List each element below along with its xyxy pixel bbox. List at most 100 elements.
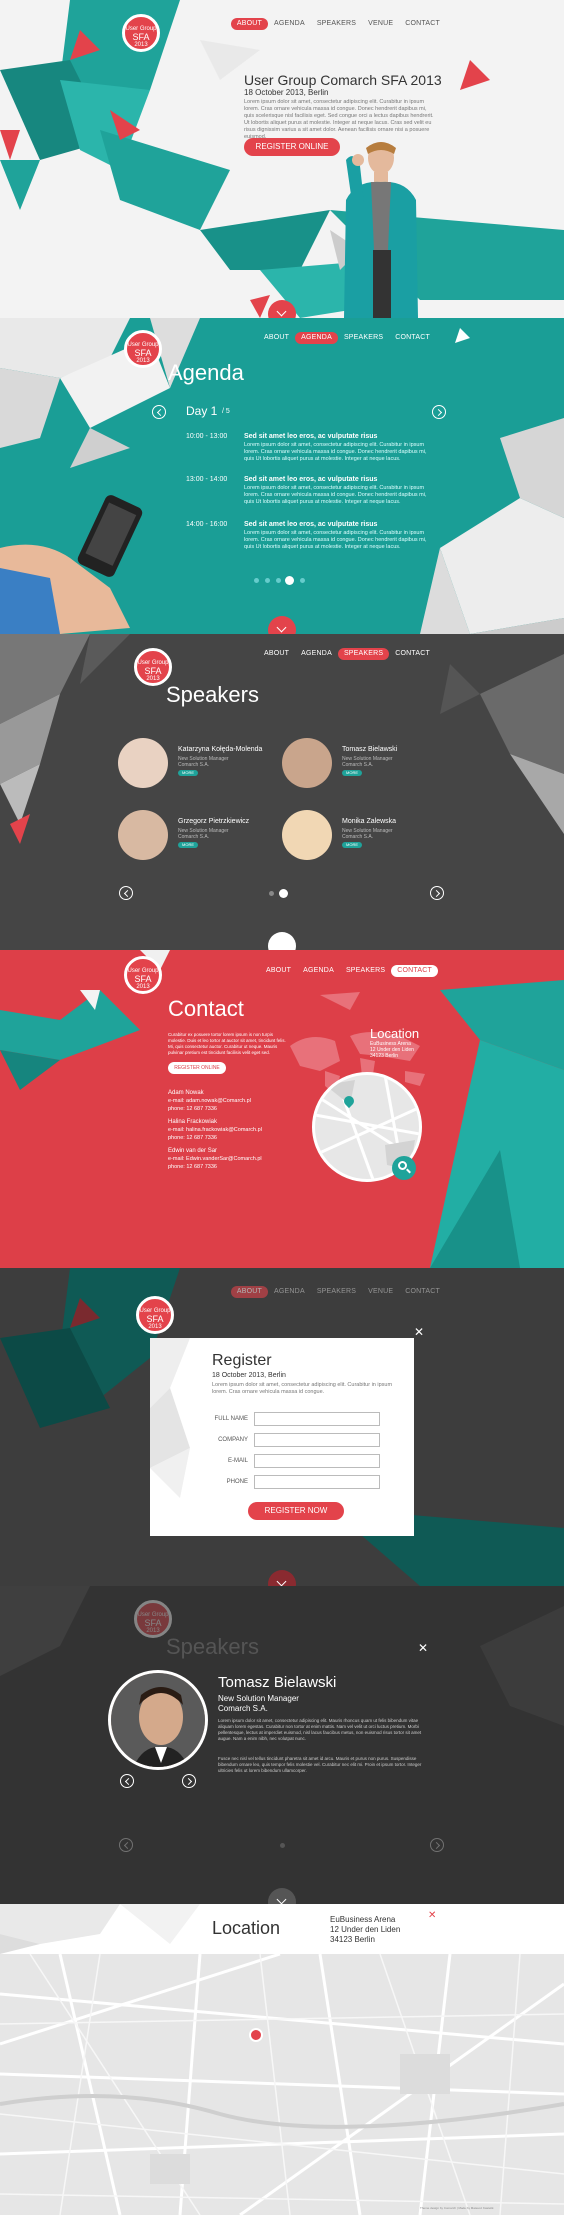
nav-item-speakers[interactable]: SPEAKERS <box>337 648 390 660</box>
agenda-item-title: Sed sit amet leo eros, ac vulputate risu… <box>244 476 378 483</box>
next-arrow-faded-icon <box>430 1838 444 1852</box>
register-nav: ABOUT AGENDA SPEAKERS VENUE CONTACT <box>230 1286 446 1298</box>
email-input[interactable] <box>254 1454 380 1468</box>
logo-text: 2013 <box>136 358 150 364</box>
speaker-name: Monika Zalewska <box>342 818 397 825</box>
event-logo[interactable]: User Group SFA 2013 <box>122 14 160 52</box>
agenda-item-text: Lorem ipsum dolor sit amet, consectetur … <box>244 530 427 550</box>
agenda-day-total: / 5 <box>222 408 230 415</box>
location-address-line: EuBusiness Arena <box>330 1915 396 1924</box>
nav-item-about[interactable]: ABOUT <box>230 1286 269 1298</box>
contact-location-line: 34123 Berlin <box>370 1053 399 1059</box>
event-logo[interactable]: User Group SFA 2013 <box>136 1296 174 1334</box>
next-speakers-arrow-icon[interactable] <box>430 886 444 900</box>
prev-day-arrow-icon[interactable] <box>152 405 166 419</box>
contact-register-button[interactable]: REGISTER ONLINE <box>168 1062 226 1074</box>
nav-item-speakers[interactable]: SPEAKERS <box>311 1286 362 1298</box>
nav-item-venue[interactable]: VENUE <box>362 1286 399 1298</box>
speaker-detail-background-shapes <box>0 1586 564 1726</box>
hero-background-shapes <box>0 0 564 318</box>
pagination-dot-active[interactable] <box>279 889 288 898</box>
speaker-more-button[interactable]: MORE <box>342 770 362 776</box>
close-icon[interactable]: ✕ <box>414 1326 424 1338</box>
contact-person-email[interactable]: e-mail: Edwin.vanderSar@Comarch.pl <box>168 1156 262 1162</box>
nav-item-agenda[interactable]: AGENDA <box>295 332 338 344</box>
street-map[interactable] <box>0 1954 564 2215</box>
agenda-time: 10:00 - 13:00 <box>186 433 228 440</box>
register-now-button[interactable]: REGISTER NOW <box>248 1502 344 1520</box>
prev-speaker-arrow-icon[interactable] <box>120 1774 134 1788</box>
contact-nav: ABOUT AGENDA SPEAKERS CONTACT <box>260 965 438 977</box>
event-logo[interactable]: User Group SFA 2013 <box>124 956 162 994</box>
speaker-more-button[interactable]: MORE <box>178 770 198 776</box>
contact-person-email[interactable]: e-mail: adam.nowak@Comarch.pl <box>168 1098 251 1104</box>
nav-item-about[interactable]: ABOUT <box>230 18 269 30</box>
nav-item-contact[interactable]: CONTACT <box>391 965 438 977</box>
nav-item-agenda[interactable]: AGENDA <box>268 18 311 30</box>
contact-background-shapes <box>0 950 564 1268</box>
close-icon[interactable]: ✕ <box>418 1642 428 1654</box>
phone-input[interactable] <box>254 1475 380 1489</box>
contact-person-phone: phone: 12 687 7336 <box>168 1135 217 1141</box>
event-logo[interactable]: User Group SFA 2013 <box>134 648 172 686</box>
pagination-dot[interactable] <box>254 578 259 583</box>
field-label: PHONE <box>226 1479 248 1485</box>
nav-item-contact[interactable]: CONTACT <box>399 1286 446 1298</box>
nav-item-contact[interactable]: CONTACT <box>399 18 446 30</box>
location-address-line: 34123 Berlin <box>330 1935 375 1944</box>
prev-speakers-arrow-icon[interactable] <box>119 886 133 900</box>
prev-arrow-faded-icon <box>119 1838 133 1852</box>
pagination-dot[interactable] <box>269 891 274 896</box>
nav-item-speakers[interactable]: SPEAKERS <box>311 18 362 30</box>
event-logo[interactable]: User Group SFA 2013 <box>134 1600 172 1638</box>
speaker-photo <box>282 810 332 860</box>
hero-title: User Group Comarch SFA 2013 <box>244 72 442 88</box>
register-description: Lorem ipsum dolor sit amet, consectetur … <box>212 1382 393 1395</box>
logo-text: SFA <box>144 666 162 676</box>
logo-text: SFA <box>134 974 152 984</box>
agenda-nav: ABOUT AGENDA SPEAKERS CONTACT <box>258 332 436 344</box>
hero-person-image <box>344 142 418 318</box>
next-day-arrow-icon[interactable] <box>432 405 446 419</box>
event-logo[interactable]: User Group SFA 2013 <box>124 330 162 368</box>
map-footer-credit: Theme design by Comarch | Made by Mateus… <box>420 2206 494 2210</box>
speaker-photo <box>118 738 168 788</box>
pagination-dot[interactable] <box>265 578 270 583</box>
speaker-detail-name: Tomasz Bielawski <box>218 1674 337 1691</box>
contact-intro: Curabitur ex posuere tortor lorem ipsum … <box>168 1032 286 1055</box>
map-zoom-icon[interactable] <box>392 1156 416 1180</box>
speaker-more-button[interactable]: MORE <box>178 842 198 848</box>
nav-item-about[interactable]: ABOUT <box>258 332 295 344</box>
nav-item-agenda[interactable]: AGENDA <box>268 1286 311 1298</box>
register-modal: Register 18 October 2013, Berlin Lorem i… <box>150 1338 414 1536</box>
agenda-section: User Group SFA 2013 ABOUT AGENDA SPEAKER… <box>0 318 564 634</box>
full-name-input[interactable] <box>254 1412 380 1426</box>
company-input[interactable] <box>254 1433 380 1447</box>
speaker-company: Comarch S.A. <box>342 834 374 840</box>
contact-location-title: Location <box>370 1026 420 1041</box>
nav-item-contact[interactable]: CONTACT <box>389 332 436 344</box>
pagination-dot-active[interactable] <box>285 576 294 585</box>
nav-item-contact[interactable]: CONTACT <box>389 648 436 660</box>
nav-item-venue[interactable]: VENUE <box>362 18 399 30</box>
speaker-company: Comarch S.A. <box>342 762 374 768</box>
close-icon[interactable]: ✕ <box>428 1910 436 1922</box>
contact-person-email[interactable]: e-mail: halina.frackowiak@Comarch.pl <box>168 1127 262 1133</box>
pagination-dot[interactable] <box>300 578 305 583</box>
pagination-dot[interactable] <box>280 1843 285 1848</box>
map-location-marker-icon[interactable] <box>249 2028 263 2042</box>
nav-item-speakers[interactable]: SPEAKERS <box>340 965 391 977</box>
nav-item-about[interactable]: ABOUT <box>258 648 295 660</box>
nav-item-speakers[interactable]: SPEAKERS <box>338 332 389 344</box>
nav-item-about[interactable]: ABOUT <box>260 965 297 977</box>
next-speaker-arrow-icon[interactable] <box>182 1774 196 1788</box>
pagination-dot[interactable] <box>276 578 281 583</box>
agenda-item-title: Sed sit amet leo eros, ac vulputate risu… <box>244 521 378 528</box>
speakers-section: User Group SFA 2013 ABOUT AGENDA SPEAKER… <box>0 634 564 950</box>
nav-item-agenda[interactable]: AGENDA <box>295 648 338 660</box>
logo-text: SFA <box>144 1618 162 1628</box>
speaker-more-button[interactable]: MORE <box>342 842 362 848</box>
agenda-item-title: Sed sit amet leo eros, ac vulputate risu… <box>244 433 378 440</box>
location-header: Location EuBusiness Arena 12 Under den L… <box>0 1904 564 1954</box>
nav-item-agenda[interactable]: AGENDA <box>297 965 340 977</box>
